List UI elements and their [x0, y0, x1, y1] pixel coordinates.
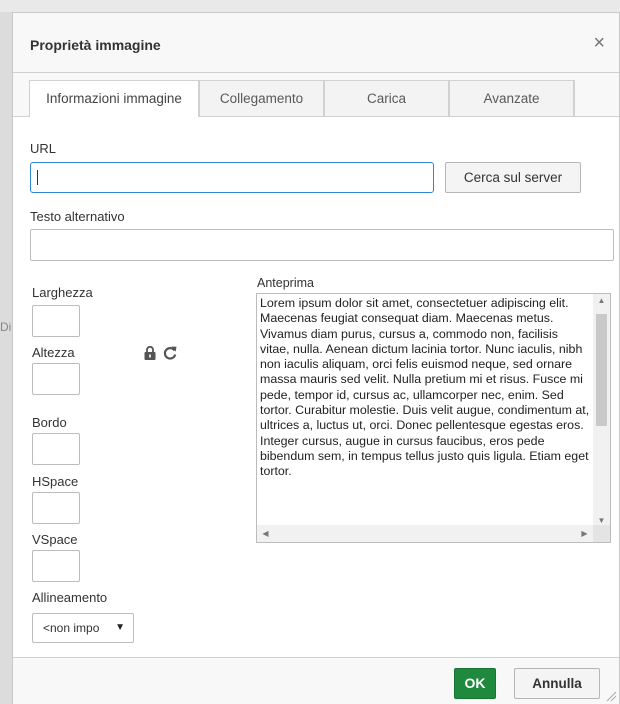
- border-input[interactable]: [32, 433, 80, 465]
- preview-vertical-scrollbar[interactable]: ▲ ▼: [593, 294, 610, 527]
- chevron-down-icon: ▼: [115, 622, 125, 633]
- hspace-label: HSpace: [32, 474, 79, 489]
- scroll-left-arrow-icon[interactable]: ◀: [257, 529, 274, 538]
- width-label: Larghezza: [32, 285, 93, 300]
- alignment-label: Allineamento: [32, 590, 108, 605]
- tab-link[interactable]: Collegamento: [199, 80, 324, 116]
- tab-upload[interactable]: Carica: [324, 80, 449, 116]
- dialog-title: Proprietà immagine: [30, 37, 161, 53]
- cancel-button[interactable]: Annulla: [514, 668, 600, 699]
- preview-scroll-thumb[interactable]: [596, 314, 607, 426]
- url-input[interactable]: [30, 162, 434, 193]
- hspace-input[interactable]: [32, 492, 80, 524]
- tab-image-info[interactable]: Informazioni immagine: [29, 80, 199, 117]
- lock-ratio-icon[interactable]: [143, 345, 157, 361]
- image-properties-dialog: Proprietà immagine × Informazioni immagi…: [12, 12, 620, 704]
- alt-text-label: Testo alternativo: [30, 209, 125, 224]
- text-caret: [37, 170, 38, 185]
- scroll-right-arrow-icon[interactable]: ▶: [576, 529, 593, 538]
- resize-grip-icon[interactable]: [605, 690, 617, 702]
- alignment-select[interactable]: <non impo ▼: [32, 613, 134, 643]
- tab-bar: Informazioni immagine Collegamento Caric…: [13, 73, 619, 117]
- preview-text: Lorem ipsum dolor sit amet, consectetuer…: [260, 296, 590, 479]
- reset-size-icon[interactable]: [162, 345, 178, 361]
- preview-label: Anteprima: [257, 276, 314, 290]
- tab-advanced[interactable]: Avanzate: [449, 80, 574, 116]
- border-label: Bordo: [32, 415, 67, 430]
- scrollbar-corner: [593, 525, 610, 542]
- vspace-input[interactable]: [32, 550, 80, 582]
- width-input[interactable]: [32, 305, 80, 337]
- height-input[interactable]: [32, 363, 80, 395]
- url-label: URL: [30, 141, 57, 156]
- scroll-down-arrow-icon[interactable]: ▼: [593, 516, 610, 525]
- backdrop-left-strip: [0, 12, 12, 704]
- scroll-up-arrow-icon[interactable]: ▲: [593, 296, 610, 305]
- browse-server-button[interactable]: Cerca sul server: [445, 162, 581, 193]
- dialog-titlebar[interactable]: Proprietà immagine ×: [13, 13, 619, 73]
- backdrop-top-bar: [0, 0, 620, 12]
- alignment-selected-value: <non impo: [43, 621, 100, 635]
- backdrop-partial-text: Di: [0, 320, 12, 334]
- vspace-label: VSpace: [32, 532, 78, 547]
- dialog-footer: OK Annulla: [13, 657, 619, 704]
- ok-button[interactable]: OK: [454, 668, 496, 699]
- alt-text-input[interactable]: [30, 229, 614, 261]
- preview-horizontal-scrollbar[interactable]: ◀ ▶: [257, 525, 593, 542]
- close-icon[interactable]: ×: [593, 33, 605, 53]
- tab-overflow-edge: [574, 80, 611, 116]
- preview-panel[interactable]: Lorem ipsum dolor sit amet, consectetuer…: [256, 293, 611, 543]
- height-label: Altezza: [32, 345, 75, 360]
